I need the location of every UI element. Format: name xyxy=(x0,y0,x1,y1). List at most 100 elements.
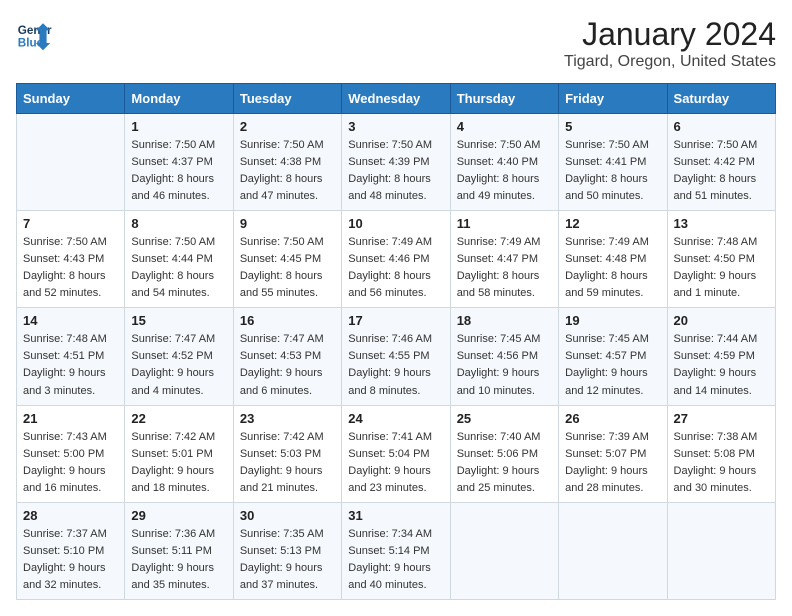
day-number: 5 xyxy=(565,119,660,134)
calendar-week-row: 21 Sunrise: 7:43 AMSunset: 5:00 PMDayligh… xyxy=(17,405,776,502)
day-number: 30 xyxy=(240,508,335,523)
calendar-cell: 24Sunrise: 7:41 AMSunset: 5:04 PMDayligh… xyxy=(342,405,450,502)
day-info: Sunrise: 7:40 AMSunset: 5:06 PMDaylight:… xyxy=(457,429,552,497)
day-number: 11 xyxy=(457,216,552,231)
calendar-cell: 5 Sunrise: 7:50 AMSunset: 4:41 PMDaylight… xyxy=(559,114,667,211)
day-number: 9 xyxy=(240,216,335,231)
day-number: 22 xyxy=(131,411,226,426)
calendar-cell xyxy=(450,502,558,599)
day-info: Sunrise: 7:45 AMSunset: 4:57 PMDaylight:… xyxy=(565,331,660,399)
calendar-cell: 13Sunrise: 7:48 AMSunset: 4:50 PMDayligh… xyxy=(667,211,775,308)
day-info: Sunrise: 7:47 AMSunset: 4:52 PMDaylight:… xyxy=(131,331,226,399)
day-info: Sunrise: 7:49 AMSunset: 4:48 PMDaylight:… xyxy=(565,234,660,302)
calendar-table: SundayMondayTuesdayWednesdayThursdayFrid… xyxy=(16,83,776,600)
day-info: Sunrise: 7:43 AMSunset: 5:00 PMDaylight:… xyxy=(23,429,118,497)
calendar-cell: 16Sunrise: 7:47 AMSunset: 4:53 PMDayligh… xyxy=(233,308,341,405)
calendar-cell: 6Sunrise: 7:50 AMSunset: 4:42 PMDaylight… xyxy=(667,114,775,211)
day-info: Sunrise: 7:41 AMSunset: 5:04 PMDaylight:… xyxy=(348,429,443,497)
calendar-cell: 18 Sunrise: 7:45 AMSunset: 4:56 PMDayligh… xyxy=(450,308,558,405)
logo-icon: General Blue xyxy=(16,16,52,52)
day-number: 14 xyxy=(23,313,118,328)
day-number: 4 xyxy=(457,119,552,134)
day-number: 23 xyxy=(240,411,335,426)
day-number: 26 xyxy=(565,411,660,426)
page-subtitle: Tigard, Oregon, United States xyxy=(564,53,776,71)
day-number: 20 xyxy=(674,313,769,328)
calendar-cell: 8Sunrise: 7:50 AMSunset: 4:44 PMDaylight… xyxy=(125,211,233,308)
header-sunday: Sunday xyxy=(17,84,125,114)
day-number: 12 xyxy=(565,216,660,231)
day-number: 16 xyxy=(240,313,335,328)
calendar-cell xyxy=(667,502,775,599)
day-info: Sunrise: 7:37 AMSunset: 5:10 PMDaylight:… xyxy=(23,526,118,594)
day-info: Sunrise: 7:49 AMSunset: 4:47 PMDaylight:… xyxy=(457,234,552,302)
page-header: General Blue January 2024 Tigard, Oregon… xyxy=(16,16,776,71)
day-info: Sunrise: 7:50 AMSunset: 4:41 PMDaylight:… xyxy=(565,137,660,205)
day-number: 13 xyxy=(674,216,769,231)
page-title: January 2024 xyxy=(564,16,776,53)
calendar-week-row: 1 Sunrise: 7:50 AMSunset: 4:37 PMDaylight… xyxy=(17,114,776,211)
calendar-cell: 22 Sunrise: 7:42 AMSunset: 5:01 PMDayligh… xyxy=(125,405,233,502)
calendar-cell: 25 Sunrise: 7:40 AMSunset: 5:06 PMDayligh… xyxy=(450,405,558,502)
day-info: Sunrise: 7:50 AMSunset: 4:39 PMDaylight:… xyxy=(348,137,443,205)
calendar-cell: 1 Sunrise: 7:50 AMSunset: 4:37 PMDaylight… xyxy=(125,114,233,211)
calendar-cell: 30 Sunrise: 7:35 AMSunset: 5:13 PMDayligh… xyxy=(233,502,341,599)
calendar-cell: 3 Sunrise: 7:50 AMSunset: 4:39 PMDaylight… xyxy=(342,114,450,211)
svg-text:General: General xyxy=(18,24,52,37)
calendar-cell: 4 Sunrise: 7:50 AMSunset: 4:40 PMDaylight… xyxy=(450,114,558,211)
day-info: Sunrise: 7:50 AMSunset: 4:45 PMDaylight:… xyxy=(240,234,335,302)
day-info: Sunrise: 7:50 AMSunset: 4:40 PMDaylight:… xyxy=(457,137,552,205)
day-info: Sunrise: 7:46 AMSunset: 4:55 PMDaylight:… xyxy=(348,331,443,399)
day-number: 7 xyxy=(23,216,118,231)
day-number: 28 xyxy=(23,508,118,523)
calendar-cell: 9 Sunrise: 7:50 AMSunset: 4:45 PMDaylight… xyxy=(233,211,341,308)
logo: General Blue xyxy=(16,16,52,52)
calendar-cell xyxy=(17,114,125,211)
calendar-header-row: SundayMondayTuesdayWednesdayThursdayFrid… xyxy=(17,84,776,114)
day-number: 2 xyxy=(240,119,335,134)
header-friday: Friday xyxy=(559,84,667,114)
day-info: Sunrise: 7:50 AMSunset: 4:38 PMDaylight:… xyxy=(240,137,335,205)
day-number: 27 xyxy=(674,411,769,426)
day-info: Sunrise: 7:42 AMSunset: 5:01 PMDaylight:… xyxy=(131,429,226,497)
day-number: 3 xyxy=(348,119,443,134)
calendar-cell: 23Sunrise: 7:42 AMSunset: 5:03 PMDayligh… xyxy=(233,405,341,502)
day-number: 6 xyxy=(674,119,769,134)
day-info: Sunrise: 7:36 AMSunset: 5:11 PMDaylight:… xyxy=(131,526,226,594)
header-saturday: Saturday xyxy=(667,84,775,114)
calendar-cell: 17 Sunrise: 7:46 AMSunset: 4:55 PMDayligh… xyxy=(342,308,450,405)
day-number: 29 xyxy=(131,508,226,523)
calendar-cell: 27 Sunrise: 7:38 AMSunset: 5:08 PMDayligh… xyxy=(667,405,775,502)
calendar-cell: 21 Sunrise: 7:43 AMSunset: 5:00 PMDayligh… xyxy=(17,405,125,502)
calendar-cell: 15Sunrise: 7:47 AMSunset: 4:52 PMDayligh… xyxy=(125,308,233,405)
day-info: Sunrise: 7:50 AMSunset: 4:44 PMDaylight:… xyxy=(131,234,226,302)
calendar-cell: 20 Sunrise: 7:44 AMSunset: 4:59 PMDayligh… xyxy=(667,308,775,405)
calendar-cell: 7 Sunrise: 7:50 AMSunset: 4:43 PMDaylight… xyxy=(17,211,125,308)
calendar-cell: 28 Sunrise: 7:37 AMSunset: 5:10 PMDayligh… xyxy=(17,502,125,599)
day-number: 17 xyxy=(348,313,443,328)
calendar-cell xyxy=(559,502,667,599)
calendar-cell: 2 Sunrise: 7:50 AMSunset: 4:38 PMDaylight… xyxy=(233,114,341,211)
calendar-week-row: 7 Sunrise: 7:50 AMSunset: 4:43 PMDaylight… xyxy=(17,211,776,308)
calendar-week-row: 28 Sunrise: 7:37 AMSunset: 5:10 PMDayligh… xyxy=(17,502,776,599)
day-info: Sunrise: 7:35 AMSunset: 5:13 PMDaylight:… xyxy=(240,526,335,594)
header-monday: Monday xyxy=(125,84,233,114)
day-info: Sunrise: 7:39 AMSunset: 5:07 PMDaylight:… xyxy=(565,429,660,497)
day-info: Sunrise: 7:48 AMSunset: 4:51 PMDaylight:… xyxy=(23,331,118,399)
day-number: 25 xyxy=(457,411,552,426)
day-number: 1 xyxy=(131,119,226,134)
calendar-cell: 19 Sunrise: 7:45 AMSunset: 4:57 PMDayligh… xyxy=(559,308,667,405)
day-info: Sunrise: 7:50 AMSunset: 4:43 PMDaylight:… xyxy=(23,234,118,302)
day-info: Sunrise: 7:50 AMSunset: 4:37 PMDaylight:… xyxy=(131,137,226,205)
day-number: 18 xyxy=(457,313,552,328)
day-number: 10 xyxy=(348,216,443,231)
calendar-week-row: 14 Sunrise: 7:48 AMSunset: 4:51 PMDayligh… xyxy=(17,308,776,405)
day-info: Sunrise: 7:45 AMSunset: 4:56 PMDaylight:… xyxy=(457,331,552,399)
title-block: January 2024 Tigard, Oregon, United Stat… xyxy=(564,16,776,71)
day-number: 19 xyxy=(565,313,660,328)
calendar-cell: 29 Sunrise: 7:36 AMSunset: 5:11 PMDayligh… xyxy=(125,502,233,599)
day-info: Sunrise: 7:38 AMSunset: 5:08 PMDaylight:… xyxy=(674,429,769,497)
day-info: Sunrise: 7:44 AMSunset: 4:59 PMDaylight:… xyxy=(674,331,769,399)
day-number: 21 xyxy=(23,411,118,426)
calendar-cell: 14 Sunrise: 7:48 AMSunset: 4:51 PMDayligh… xyxy=(17,308,125,405)
